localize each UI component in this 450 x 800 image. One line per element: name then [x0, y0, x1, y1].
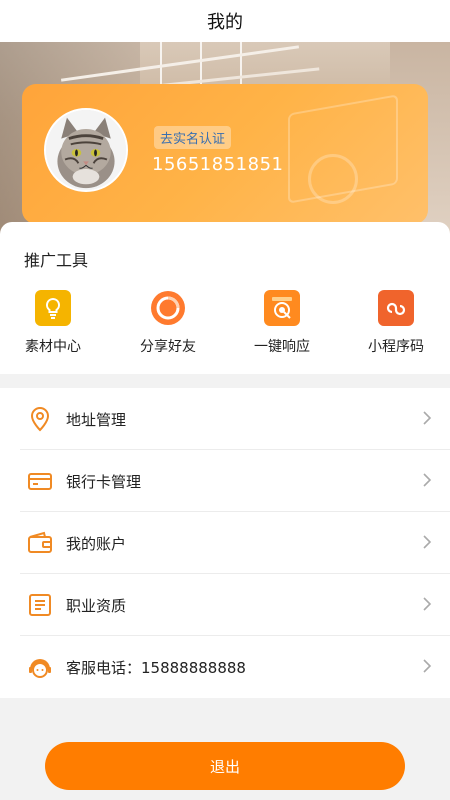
page-title: 我的	[207, 12, 243, 33]
menu-item-my-account[interactable]: 我的账户	[0, 512, 450, 574]
tool-material-center[interactable]: 素材中心	[3, 290, 103, 360]
certificate-icon	[27, 592, 53, 618]
menu-item-label: 地址管理	[66, 411, 127, 429]
menu-item-label: 职业资质	[66, 597, 127, 615]
menu-item-customer-service[interactable]: 客服电话：15888888888	[0, 636, 450, 698]
menu-item-qualification[interactable]: 职业资质	[0, 574, 450, 636]
wallet-icon	[27, 530, 53, 556]
menu-item-label: 我的账户	[66, 535, 127, 553]
bank-card-icon	[27, 468, 53, 494]
chevron-right-icon	[422, 410, 432, 426]
tool-label: 小程序码	[368, 339, 424, 355]
tool-one-click-response[interactable]: 一键响应	[232, 290, 332, 360]
chevron-right-icon	[422, 534, 432, 550]
click-target-icon	[264, 290, 300, 326]
menu-item-bank-card[interactable]: 银行卡管理	[0, 450, 450, 512]
logout-button[interactable]: 退出	[45, 742, 405, 790]
cat-avatar-image	[46, 110, 126, 190]
link-icon	[378, 290, 414, 326]
customer-service-icon	[27, 654, 53, 680]
tool-share-friends[interactable]: 分享好友	[118, 290, 218, 360]
chevron-right-icon	[422, 596, 432, 612]
tool-mini-program-code[interactable]: 小程序码	[346, 290, 446, 360]
lightbulb-icon	[35, 290, 71, 326]
promotion-tools-section: 推广工具 素材中心 分享好友 一键响应 小程序码	[0, 222, 450, 374]
avatar[interactable]	[44, 108, 128, 192]
user-phone: 15651851851	[152, 154, 284, 175]
tool-label: 分享好友	[140, 339, 196, 355]
share-circle-icon	[150, 290, 186, 326]
location-pin-icon	[27, 406, 53, 432]
tool-label: 素材中心	[25, 339, 81, 355]
top-bar: 我的	[0, 0, 450, 42]
section-heading: 推广工具	[24, 251, 89, 270]
profile-card: 去实名认证 15651851851	[22, 84, 428, 224]
chevron-right-icon	[422, 658, 432, 674]
verify-identity-link[interactable]: 去实名认证	[154, 126, 232, 149]
menu-item-label: 银行卡管理	[66, 473, 142, 491]
menu-item-label: 客服电话：15888888888	[66, 659, 246, 677]
tool-label: 一键响应	[254, 339, 310, 355]
chevron-right-icon	[422, 472, 432, 488]
menu-item-address[interactable]: 地址管理	[0, 388, 450, 450]
menu-list: 地址管理 银行卡管理 我的账户 职业资质 客服电话：15888888888	[0, 388, 450, 698]
